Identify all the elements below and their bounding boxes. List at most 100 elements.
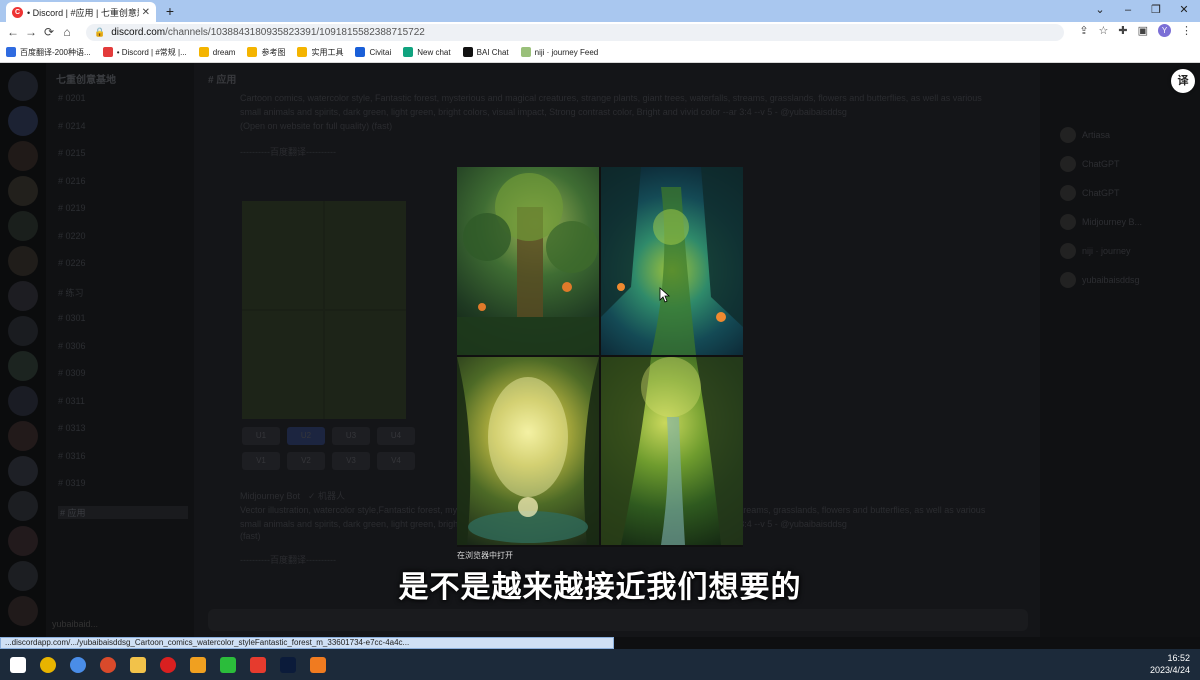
- upscale-variation-button[interactable]: V3: [332, 452, 370, 470]
- home-button[interactable]: ⌂: [58, 25, 76, 39]
- translate-button[interactable]: 译: [1171, 69, 1195, 93]
- server-icon[interactable]: [8, 176, 38, 206]
- member-avatar: [1060, 156, 1076, 172]
- server-icon[interactable]: [8, 141, 38, 171]
- close-window-button[interactable]: ✕: [1166, 0, 1200, 22]
- member-item[interactable]: Midjourney B...: [1060, 214, 1142, 230]
- channel-item[interactable]: # 0219: [58, 203, 86, 213]
- channel-item[interactable]: # 0216: [58, 176, 86, 186]
- server-icon[interactable]: [8, 526, 38, 556]
- member-item[interactable]: ChatGPT: [1060, 185, 1120, 201]
- server-icon[interactable]: [8, 211, 38, 241]
- taskbar-file-explorer-button[interactable]: [124, 651, 152, 679]
- member-name: ChatGPT: [1082, 188, 1120, 198]
- taskbar-chrome-active-button[interactable]: [64, 651, 92, 679]
- forward-button[interactable]: →: [22, 25, 40, 39]
- channel-item[interactable]: # 0301: [58, 313, 86, 323]
- channel-item[interactable]: # 0214: [58, 121, 86, 131]
- bookmark-star-icon[interactable]: ☆: [1099, 24, 1109, 37]
- server-icon[interactable]: [8, 491, 38, 521]
- extensions-icon[interactable]: ✚: [1118, 24, 1127, 37]
- upscale-variation-button[interactable]: V1: [242, 452, 280, 470]
- bookmark-favicon-icon: [198, 47, 209, 57]
- taskbar-photoshop-button[interactable]: [274, 651, 302, 679]
- bot-name[interactable]: Midjourney Bot: [240, 489, 300, 503]
- server-icon[interactable]: [8, 71, 38, 101]
- back-button[interactable]: ←: [4, 25, 22, 39]
- upscale-variation-button[interactable]: U4: [377, 427, 415, 445]
- taskbar-feishu-button[interactable]: [184, 651, 212, 679]
- upscale-variation-button[interactable]: U1: [242, 427, 280, 445]
- taskbar-chrome-button[interactable]: [34, 651, 62, 679]
- open-in-browser-link[interactable]: 在浏览器中打开: [457, 550, 513, 561]
- server-name[interactable]: 七重创意基地: [56, 71, 116, 86]
- channel-item[interactable]: # 应用: [58, 505, 188, 519]
- server-icon[interactable]: [8, 316, 38, 346]
- reload-button[interactable]: ⟳: [40, 25, 58, 39]
- system-clock[interactable]: 16:52 2023/4/24: [1150, 652, 1190, 676]
- url-input[interactable]: 🔒 discord.com/channels/10388431809358233…: [86, 24, 1064, 41]
- channel-label: 0319: [65, 478, 86, 488]
- server-icon[interactable]: [8, 456, 38, 486]
- upscale-variation-button[interactable]: V4: [377, 452, 415, 470]
- taskbar-wechat-button[interactable]: [214, 651, 242, 679]
- bookmark-item[interactable]: Civitai: [355, 47, 391, 57]
- taskbar-video-player-button[interactable]: [304, 651, 332, 679]
- member-item[interactable]: yubaibaisddsg: [1060, 272, 1140, 288]
- forest-image-1[interactable]: [457, 167, 599, 355]
- channel-item[interactable]: # 0220: [58, 231, 86, 241]
- video-player-icon: [310, 656, 326, 673]
- channel-item[interactable]: # 0306: [58, 341, 86, 351]
- channel-item[interactable]: # 0226: [58, 258, 86, 268]
- image-preview-dimmed[interactable]: [242, 201, 406, 419]
- menu-icon[interactable]: ⋮: [1181, 24, 1192, 37]
- bookmark-item[interactable]: 参考图: [247, 47, 285, 58]
- upscale-variation-button[interactable]: U3: [332, 427, 370, 445]
- server-icon[interactable]: [8, 281, 38, 311]
- forest-image-2[interactable]: [601, 167, 743, 355]
- tab-close-icon[interactable]: ✕: [142, 7, 150, 18]
- taskbar-chrome-2-button[interactable]: [94, 651, 122, 679]
- member-item[interactable]: niji · journey: [1060, 243, 1131, 259]
- taskbar-windows-start-button[interactable]: [4, 651, 32, 679]
- server-icon[interactable]: [8, 386, 38, 416]
- bookmark-item[interactable]: dream: [198, 47, 235, 57]
- current-user[interactable]: yubaibaid...: [52, 619, 98, 629]
- server-icon[interactable]: [8, 351, 38, 381]
- bookmark-item[interactable]: BAI Chat: [462, 47, 509, 57]
- server-icon[interactable]: [8, 106, 38, 136]
- image-lightbox[interactable]: [457, 167, 743, 547]
- browser-tab[interactable]: C • Discord | #应用 | 七重创意题... ✕: [6, 2, 156, 22]
- member-avatar: [1060, 243, 1076, 259]
- share-icon[interactable]: ⇪: [1079, 24, 1088, 37]
- upscale-variation-button[interactable]: V2: [287, 452, 325, 470]
- forest-image-4[interactable]: [601, 357, 743, 545]
- bookmark-item[interactable]: 百度翻译-200种语...: [6, 47, 91, 58]
- upscale-variation-button[interactable]: U2: [287, 427, 325, 445]
- bookmark-item[interactable]: 实用工具: [297, 47, 343, 58]
- channel-item[interactable]: # 0316: [58, 451, 86, 461]
- taskbar-wps-button[interactable]: [244, 651, 272, 679]
- member-item[interactable]: Artiasa: [1060, 127, 1110, 143]
- message-input[interactable]: [208, 609, 1028, 631]
- taskbar-recorder-button[interactable]: [154, 651, 182, 679]
- channel-item[interactable]: # 0201: [58, 93, 86, 103]
- server-icon[interactable]: [8, 421, 38, 451]
- channel-item[interactable]: # 0215: [58, 148, 86, 158]
- bookmark-item[interactable]: New chat: [403, 47, 451, 57]
- server-icon[interactable]: [8, 246, 38, 276]
- member-item[interactable]: ChatGPT: [1060, 156, 1120, 172]
- chrome-icon: [40, 656, 56, 673]
- bookmark-favicon-icon: [462, 47, 473, 57]
- channel-item[interactable]: # 0319: [58, 478, 86, 488]
- new-tab-button[interactable]: +: [162, 2, 178, 20]
- channel-item[interactable]: # 0309: [58, 368, 86, 378]
- forest-image-3[interactable]: [457, 357, 599, 545]
- bookmark-item[interactable]: • Discord | #常规 |...: [102, 47, 187, 58]
- bookmark-item[interactable]: niji · journey Feed: [520, 47, 598, 57]
- profile-avatar[interactable]: Y: [1158, 24, 1171, 37]
- channel-item[interactable]: # 练习: [58, 286, 84, 299]
- channel-item[interactable]: # 0313: [58, 423, 86, 433]
- channel-item[interactable]: # 0311: [58, 396, 85, 406]
- side-panel-icon[interactable]: ▣: [1138, 24, 1148, 37]
